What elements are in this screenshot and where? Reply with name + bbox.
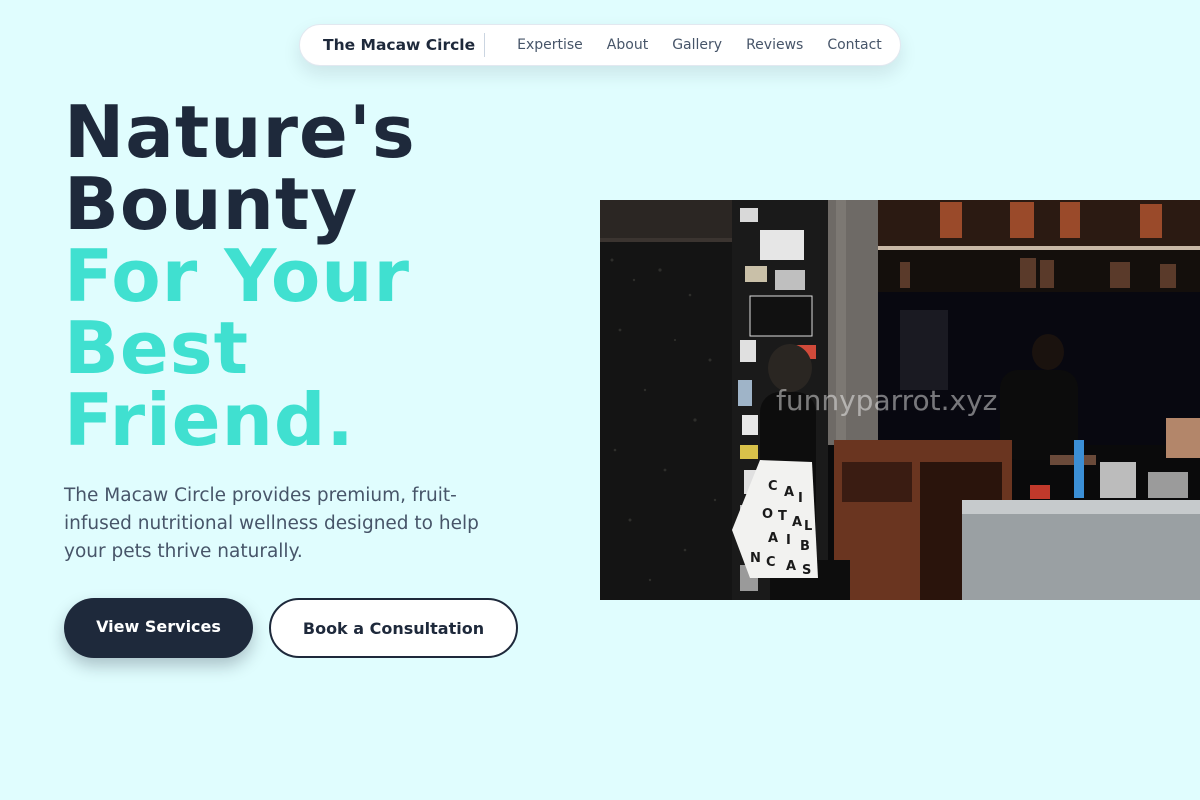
headline-accent-line: Friend. <box>64 378 355 462</box>
bag-letter: A <box>784 485 794 500</box>
bag-letter: S <box>802 563 811 578</box>
nav-link-about[interactable]: About <box>607 37 648 53</box>
book-consultation-button[interactable]: Book a Consultation <box>269 598 518 658</box>
bag-letter: T <box>778 509 787 524</box>
headline-line: Nature's <box>64 90 416 174</box>
view-services-button[interactable]: View Services <box>64 598 253 658</box>
bag-letter: L <box>804 519 812 534</box>
headline-accent-line: Best <box>64 306 249 390</box>
hero-photo: C A I O T A L A I B N C A S <box>600 200 1200 600</box>
bag-letter: A <box>792 515 802 530</box>
bag-letter: B <box>800 539 810 554</box>
top-navigation: The Macaw Circle Expertise About Gallery… <box>299 24 901 66</box>
bag-letter: I <box>798 491 803 506</box>
bag-letter: N <box>750 551 761 566</box>
bag-letter: A <box>786 559 796 574</box>
nav-link-contact[interactable]: Contact <box>827 37 881 53</box>
headline-line: Bounty <box>64 162 359 246</box>
bag-letter: C <box>766 555 776 570</box>
hero-description: The Macaw Circle provides premium, fruit… <box>64 485 479 562</box>
hero-headline: Nature's Bounty For Your Best Friend. <box>64 96 416 456</box>
nav-link-expertise[interactable]: Expertise <box>517 37 583 53</box>
nav-link-reviews[interactable]: Reviews <box>746 37 803 53</box>
bag-letter: C <box>768 479 778 494</box>
nav-link-gallery[interactable]: Gallery <box>672 37 722 53</box>
headline-accent-line: For Your <box>64 234 411 318</box>
bag-letter: O <box>762 507 773 522</box>
cafe-scene-illustration: C A I O T A L A I B N C A S <box>600 200 1200 600</box>
bag-letter: A <box>768 531 778 546</box>
brand-logo-text[interactable]: The Macaw Circle <box>323 33 486 57</box>
nav-links: Expertise About Gallery Reviews Contact <box>517 37 882 53</box>
landing-page: The Macaw Circle Expertise About Gallery… <box>0 0 1200 800</box>
bag-letter: I <box>786 533 791 548</box>
